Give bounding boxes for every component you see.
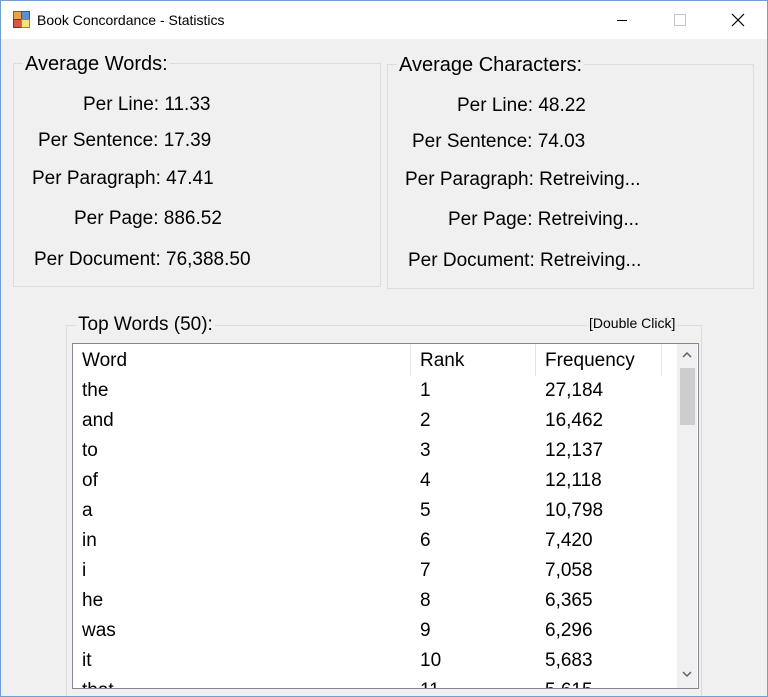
row-word: he: [82, 590, 104, 611]
row-word: in: [82, 530, 97, 551]
table-row[interactable]: of 4 12,118: [73, 466, 677, 496]
words-per-paragraph: Per Paragraph: 47.41: [32, 168, 214, 189]
column-header-word[interactable]: Word: [73, 344, 411, 376]
maximize-icon: [674, 14, 686, 26]
row-frequency: 5,615: [536, 676, 593, 688]
row-rank: 10: [420, 650, 442, 671]
chars-per-paragraph: Per Paragraph: Retreiving...: [405, 169, 641, 190]
row-word: it: [82, 650, 92, 671]
row-frequency: 12,118: [545, 470, 602, 491]
table-row[interactable]: that 11 5,615: [73, 676, 677, 688]
row-word: of: [82, 470, 98, 491]
scroll-thumb[interactable]: [680, 368, 695, 425]
row-word: and: [82, 410, 114, 431]
table-row[interactable]: was 9 6,296: [73, 616, 677, 646]
row-word: was: [82, 620, 116, 641]
table-row[interactable]: it 10 5,683: [73, 646, 677, 676]
scroll-down-button[interactable]: [677, 664, 697, 684]
row-rank: 11: [411, 676, 440, 688]
row-frequency: 6,296: [545, 620, 593, 641]
row-rank: 1: [420, 380, 431, 401]
minimize-button[interactable]: [593, 1, 651, 39]
double-click-hint: [Double Click]: [587, 315, 678, 331]
app-window-icon: [13, 11, 30, 28]
chars-per-page: Per Page: Retreiving...: [448, 209, 640, 230]
table-row[interactable]: he 8 6,365: [73, 586, 677, 616]
row-frequency: 12,137: [545, 440, 604, 461]
row-rank: 8: [420, 590, 431, 611]
average-characters-title: Average Characters:: [397, 54, 585, 77]
words-per-document: Per Document: 76,388.50: [34, 249, 251, 270]
chars-per-sentence: Per Sentence: 74.03: [412, 131, 586, 152]
words-per-line: Per Line: 11.33: [83, 94, 211, 115]
column-header-frequency[interactable]: Frequency: [536, 344, 662, 376]
row-frequency: 6,365: [545, 590, 593, 611]
chevron-down-icon: [682, 670, 692, 677]
table-row[interactable]: to 3 12,137: [73, 436, 677, 466]
table-row[interactable]: i 7 7,058: [73, 556, 677, 586]
window-title: Book Concordance - Statistics: [37, 12, 225, 28]
row-rank: 2: [420, 410, 431, 431]
row-rank: 5: [420, 500, 431, 521]
top-words-title: Top Words (50):: [76, 314, 215, 336]
table-row[interactable]: and 2 16,462: [73, 406, 677, 436]
row-frequency: 10,798: [545, 500, 604, 521]
title-bar[interactable]: Book Concordance - Statistics: [1, 1, 767, 39]
row-frequency: 16,462: [545, 410, 604, 431]
close-icon: [731, 13, 745, 27]
minimize-icon: [617, 20, 627, 21]
row-word: the: [82, 380, 109, 401]
maximize-button[interactable]: [651, 1, 709, 39]
row-word: a: [82, 500, 93, 521]
row-frequency: 7,058: [545, 560, 593, 581]
words-per-sentence: Per Sentence: 17.39: [38, 130, 212, 151]
scroll-up-button[interactable]: [677, 344, 697, 364]
vertical-scrollbar[interactable]: [677, 344, 697, 688]
top-words-list[interactable]: Word Rank Frequency the 1 27,184 and 2 16,462…: [72, 343, 699, 689]
chars-per-line: Per Line: 48.22: [457, 95, 586, 116]
chevron-up-icon: [682, 351, 692, 358]
close-button[interactable]: [709, 1, 767, 39]
row-rank: 4: [420, 470, 431, 491]
average-words-title: Average Words:: [23, 53, 170, 76]
list-header: Word Rank Frequency: [73, 344, 677, 376]
row-rank: 9: [420, 620, 431, 641]
words-per-page: Per Page: 886.52: [74, 208, 222, 229]
table-row[interactable]: a 5 10,798: [73, 496, 677, 526]
row-rank: 3: [420, 440, 431, 461]
row-word: i: [82, 560, 87, 581]
table-row[interactable]: in 6 7,420: [73, 526, 677, 556]
column-header-rank[interactable]: Rank: [411, 344, 536, 376]
row-frequency: 27,184: [545, 380, 604, 401]
row-word: that: [73, 676, 114, 688]
statistics-window: Book Concordance - Statistics Average Wo…: [0, 0, 768, 697]
table-row[interactable]: the 1 27,184: [73, 376, 677, 406]
row-word: to: [82, 440, 98, 461]
row-frequency: 5,683: [545, 650, 593, 671]
row-frequency: 7,420: [545, 530, 593, 551]
row-rank: 6: [420, 530, 431, 551]
chars-per-document: Per Document: Retreiving...: [408, 250, 642, 271]
row-rank: 7: [420, 560, 431, 581]
